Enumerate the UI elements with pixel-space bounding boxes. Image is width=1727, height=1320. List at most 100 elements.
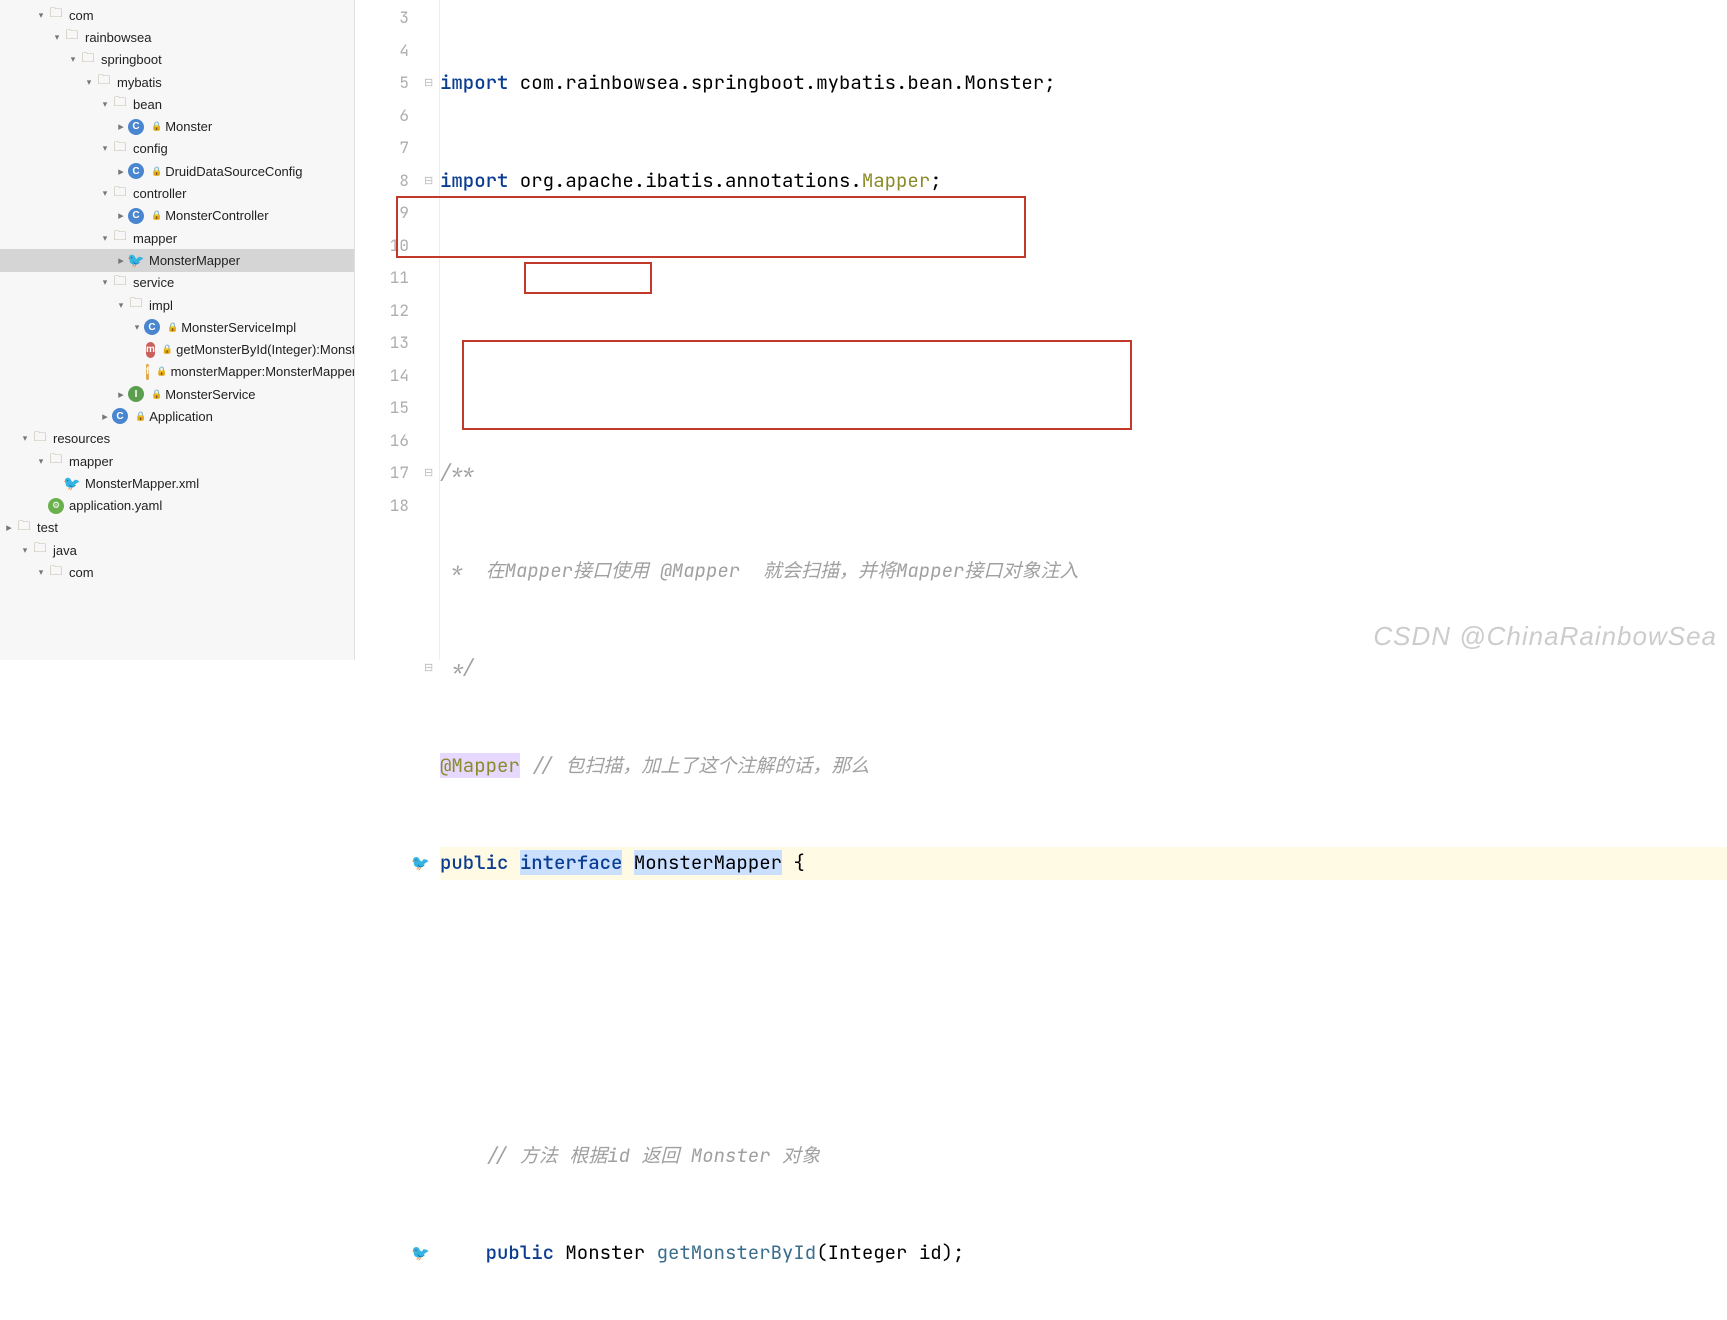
tree-item-label: springboot [101, 52, 162, 67]
tree-item-rainbowsea[interactable]: rainbowsea [0, 26, 354, 48]
code-line-8: * 在Mapper接口使用 @Mapper 就会扫描，并将Mapper接口对象注… [440, 555, 1727, 588]
mybatis-icon[interactable]: 🐦 [411, 1237, 431, 1257]
code-editor[interactable]: 3456789101112131415161718 ⊟import com.ra… [355, 0, 1727, 660]
expand-arrow-icon[interactable] [50, 30, 64, 44]
tree-item-monstermapper-xml[interactable]: MonsterMapper.xml [0, 472, 354, 494]
annotation-highlight-box [396, 196, 1026, 258]
mybatis-icon[interactable]: 🐦 [411, 847, 431, 867]
folder-icon [48, 565, 64, 581]
line-number: 17 [355, 457, 409, 490]
expand-arrow-icon[interactable] [2, 521, 16, 535]
tree-item-monsterserviceimpl[interactable]: 🔒MonsterServiceImpl [0, 316, 354, 338]
tree-item-monstermapper[interactable]: MonsterMapper [0, 249, 354, 271]
code-line-14: // 方法 根据id 返回 Monster 对象 [440, 1140, 1727, 1173]
expand-arrow-icon[interactable] [66, 53, 80, 67]
tree-item-getmonsterbyid-integer--monster[interactable]: 🔒getMonsterById(Integer):Monster [0, 338, 354, 360]
tree-item-druiddatasourceconfig[interactable]: 🔒DruidDataSourceConfig [0, 160, 354, 182]
expand-arrow-icon[interactable] [98, 276, 112, 290]
pkg-icon [96, 74, 112, 90]
code-line-3: ⊟import com.rainbowsea.springboot.mybati… [440, 67, 1727, 100]
tree-item-com[interactable]: com [0, 4, 354, 26]
folder-icon [32, 542, 48, 558]
tree-item-springboot[interactable]: springboot [0, 49, 354, 71]
code-line-9: ⊟ */ [440, 652, 1727, 685]
tree-item-label: Monster [165, 119, 212, 134]
pkg-icon [128, 297, 144, 313]
pkg-icon [112, 96, 128, 112]
pkg-icon [112, 186, 128, 202]
tree-item-application[interactable]: 🔒Application [0, 405, 354, 427]
expand-arrow-icon[interactable] [98, 231, 112, 245]
expand-arrow-icon[interactable] [34, 566, 48, 580]
line-number: 16 [355, 425, 409, 458]
line-number: 5 [355, 67, 409, 100]
line-number: 13 [355, 327, 409, 360]
code-line-12 [440, 945, 1727, 978]
expand-arrow-icon[interactable] [114, 387, 128, 401]
yaml-icon [48, 498, 64, 514]
expand-arrow-icon[interactable] [130, 320, 144, 334]
lock-icon: 🔒 [151, 210, 162, 221]
line-number: 10 [355, 230, 409, 263]
code-area[interactable]: ⊟import com.rainbowsea.springboot.mybati… [440, 0, 1727, 660]
lock-icon: 🔒 [162, 344, 173, 355]
expand-arrow-icon[interactable] [114, 253, 128, 267]
expand-arrow-icon [50, 476, 64, 490]
tree-item-service[interactable]: service [0, 272, 354, 294]
bird-icon [128, 252, 144, 268]
tree-item-config[interactable]: config [0, 138, 354, 160]
tree-item-test[interactable]: test [0, 517, 354, 539]
tree-item-monster[interactable]: 🔒Monster [0, 115, 354, 137]
tree-item-mapper[interactable]: mapper [0, 227, 354, 249]
expand-arrow-icon[interactable] [114, 298, 128, 312]
code-line-5 [440, 262, 1727, 295]
tree-item-com[interactable]: com [0, 561, 354, 583]
expand-arrow-icon[interactable] [34, 8, 48, 22]
iface-i-icon [128, 386, 144, 402]
tree-item-label: application.yaml [69, 498, 162, 513]
line-number: 3 [355, 2, 409, 35]
line-number: 18 [355, 490, 409, 523]
project-tree[interactable]: comrainbowseaspringbootmybatisbean🔒Monst… [0, 0, 355, 660]
tree-item-monstercontroller[interactable]: 🔒MonsterController [0, 205, 354, 227]
meth-m-icon [146, 342, 155, 358]
fold-icon[interactable]: ⊟ [424, 67, 433, 100]
class-c-icon [112, 408, 128, 424]
tree-item-mapper[interactable]: mapper [0, 450, 354, 472]
expand-arrow-icon[interactable] [114, 120, 128, 134]
code-line-13 [440, 1042, 1727, 1075]
code-line-11: 🐦public interface MonsterMapper { [440, 847, 1727, 880]
tree-item-controller[interactable]: controller [0, 182, 354, 204]
tree-item-bean[interactable]: bean [0, 93, 354, 115]
tree-item-label: MonsterController [165, 208, 268, 223]
tree-item-impl[interactable]: impl [0, 294, 354, 316]
expand-arrow-icon[interactable] [98, 97, 112, 111]
expand-arrow-icon[interactable] [98, 409, 112, 423]
line-number: 14 [355, 360, 409, 393]
line-number: 15 [355, 392, 409, 425]
pkg-icon [112, 275, 128, 291]
line-number: 6 [355, 100, 409, 133]
tree-item-label: mapper [69, 454, 113, 469]
expand-arrow-icon[interactable] [98, 187, 112, 201]
tree-item-resources[interactable]: resources [0, 428, 354, 450]
tree-item-application-yaml[interactable]: application.yaml [0, 495, 354, 517]
tree-item-monsterservice[interactable]: 🔒MonsterService [0, 383, 354, 405]
expand-arrow-icon[interactable] [34, 454, 48, 468]
expand-arrow-icon[interactable] [114, 164, 128, 178]
folder-icon [48, 453, 64, 469]
expand-arrow-icon[interactable] [98, 142, 112, 156]
expand-arrow-icon[interactable] [18, 432, 32, 446]
folder-icon [16, 520, 32, 536]
tree-item-java[interactable]: java [0, 539, 354, 561]
expand-arrow-icon[interactable] [114, 209, 128, 223]
fold-icon[interactable]: ⊟ [424, 457, 433, 490]
tree-item-label: MonsterService [165, 387, 255, 402]
expand-arrow-icon[interactable] [18, 543, 32, 557]
line-number: 12 [355, 295, 409, 328]
tree-item-monstermapper-monstermapper[interactable]: 🔒monsterMapper:MonsterMapper [0, 361, 354, 383]
expand-arrow-icon[interactable] [82, 75, 96, 89]
tree-item-mybatis[interactable]: mybatis [0, 71, 354, 93]
fold-icon[interactable]: ⊟ [424, 165, 433, 198]
fold-icon[interactable]: ⊟ [424, 652, 433, 685]
